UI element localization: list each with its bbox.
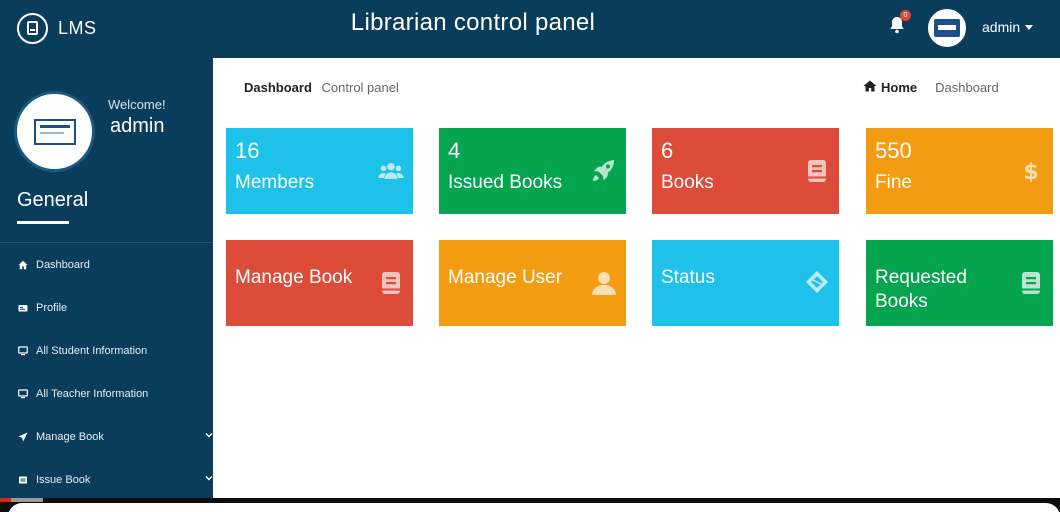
- avatar[interactable]: [928, 9, 966, 47]
- users-icon: [369, 128, 413, 214]
- section-underline: [17, 221, 69, 224]
- progress-buffer: [11, 498, 43, 502]
- sidebar-item-manage-book[interactable]: Manage Book: [0, 415, 213, 458]
- user-menu[interactable]: admin: [982, 19, 1034, 35]
- chevron-down-icon[interactable]: [205, 473, 213, 481]
- books-label: Books: [661, 172, 714, 193]
- caret-down-icon: [1025, 24, 1034, 30]
- issued-books-count: 4: [448, 138, 461, 163]
- welcome-text: Welcome!: [108, 97, 166, 112]
- sidebar-item-dashboard[interactable]: Dashboard: [0, 243, 213, 286]
- monitor-icon: [17, 345, 28, 356]
- sidebar-item-issue-book[interactable]: Issue Book: [0, 458, 213, 501]
- members-label: Members: [235, 172, 315, 193]
- sidebar-item-label: Issue Book: [36, 473, 91, 486]
- status-tile[interactable]: Status: [652, 240, 839, 326]
- book-icon: [369, 240, 413, 326]
- manage-book-label: Manage Book: [235, 267, 353, 288]
- requested-books-label: Requested Books: [875, 267, 967, 312]
- requested-books-tile[interactable]: Requested Books: [866, 240, 1053, 326]
- fine-tile[interactable]: 550 Fine $: [866, 128, 1053, 214]
- dollar-icon: $: [1009, 128, 1053, 214]
- members-count: 16: [235, 138, 260, 163]
- breadcrumb-current: Dashboard: [935, 80, 999, 95]
- profile-name: admin: [110, 115, 165, 137]
- page-title: Librarian control panel: [350, 9, 596, 36]
- fine-amount: 550: [875, 138, 912, 163]
- id-card-icon: [17, 302, 28, 313]
- home-icon: [17, 259, 28, 270]
- status-label: Status: [661, 267, 715, 288]
- user-name: admin: [982, 19, 1021, 35]
- profile-avatar: [17, 94, 92, 169]
- sidebar: Welcome! admin General Dashboard Profile…: [0, 58, 213, 500]
- layers-icon: [795, 240, 839, 326]
- book-icon: [1009, 240, 1053, 326]
- rocket-icon: [582, 128, 626, 214]
- issued-books-label: Issued Books: [448, 172, 563, 193]
- bottom-panel: [8, 503, 1060, 512]
- sidebar-item-label: Manage Book: [36, 430, 104, 443]
- send-icon: [17, 431, 28, 442]
- members-tile[interactable]: 16 Members: [226, 128, 413, 214]
- top-navbar: LMS Librarian control panel 0 admin: [0, 0, 1060, 58]
- book-icon: [795, 128, 839, 214]
- breadcrumb-home-link[interactable]: Home: [881, 80, 917, 95]
- notification-badge: 0: [900, 10, 911, 21]
- sidebar-item-label: Profile: [36, 301, 68, 314]
- monitor-icon: [17, 388, 28, 399]
- books-tile[interactable]: 6 Books: [652, 128, 839, 214]
- sidebar-item-label: All Student Information: [36, 344, 148, 357]
- chevron-down-icon[interactable]: [205, 430, 213, 438]
- section-title: General: [17, 189, 89, 211]
- sidebar-item-profile[interactable]: Profile: [0, 286, 213, 329]
- sidebar-item-label: Dashboard: [36, 258, 90, 271]
- sidebar-item-all-teacher-information[interactable]: All Teacher Information: [0, 372, 213, 415]
- manage-user-tile[interactable]: Manage User: [439, 240, 626, 326]
- progress-indicator: [0, 498, 11, 502]
- content-header: Dashboard Control panel: [244, 80, 399, 95]
- sidebar-nav: Dashboard Profile All Student Informatio…: [0, 243, 213, 501]
- svg-text:$: $: [1023, 160, 1038, 185]
- fine-label: Fine: [875, 172, 912, 193]
- books-count: 6: [661, 138, 674, 163]
- manage-user-label: Manage User: [448, 267, 563, 288]
- book-icon: [17, 474, 28, 485]
- user-icon: [582, 240, 626, 326]
- sidebar-item-label: All Teacher Information: [36, 387, 149, 400]
- breadcrumb: Home Dashboard: [863, 80, 999, 95]
- home-icon: [863, 80, 877, 95]
- content-subtitle: Control panel: [321, 80, 399, 95]
- manage-book-tile[interactable]: Manage Book: [226, 240, 413, 326]
- issued-books-tile[interactable]: 4 Issued Books: [439, 128, 626, 214]
- content-title: Dashboard: [244, 80, 312, 95]
- sidebar-item-all-student-information[interactable]: All Student Information: [0, 329, 213, 372]
